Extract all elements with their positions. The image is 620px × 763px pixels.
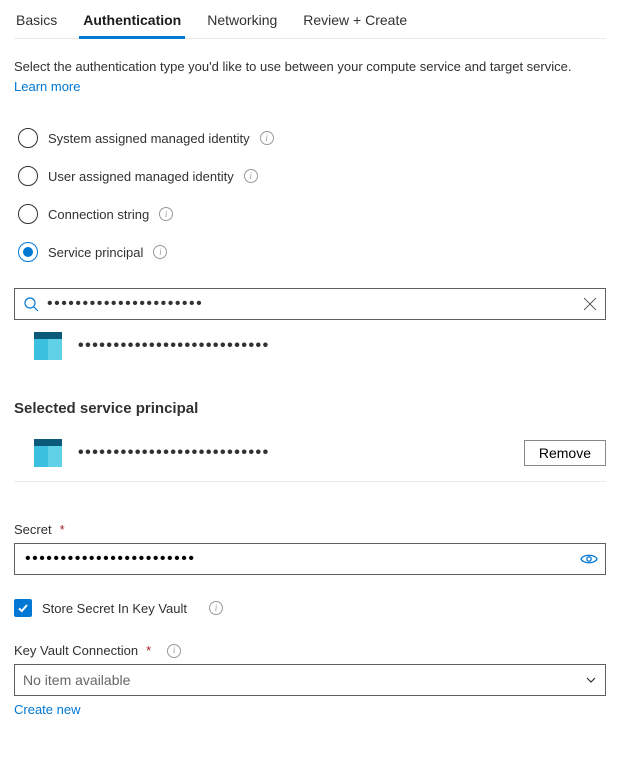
secret-input[interactable] (14, 543, 606, 575)
kv-connection-select[interactable]: No item available (14, 664, 606, 696)
search-icon (23, 296, 39, 312)
info-icon[interactable] (167, 644, 181, 658)
tab-basics[interactable]: Basics (14, 6, 59, 38)
info-icon[interactable] (244, 169, 258, 183)
reveal-secret-icon[interactable] (580, 552, 598, 566)
remove-button[interactable]: Remove (524, 440, 606, 466)
create-new-link[interactable]: Create new (14, 702, 80, 717)
radio-user-assigned[interactable]: User assigned managed identity (18, 166, 606, 186)
store-secret-checkbox-row[interactable]: Store Secret In Key Vault (14, 599, 606, 617)
radio-connection-string[interactable]: Connection string (18, 204, 606, 224)
intro-text: Select the authentication type you'd lik… (14, 57, 606, 96)
required-asterisk: * (60, 522, 65, 537)
secret-input-wrap (14, 543, 606, 575)
radio-label: Service principal (48, 245, 143, 260)
intro-body: Select the authentication type you'd lik… (14, 59, 571, 74)
info-icon[interactable] (260, 131, 274, 145)
app-registration-icon (34, 332, 62, 360)
auth-type-radio-group: System assigned managed identity User as… (14, 128, 606, 262)
radio-system-assigned[interactable]: System assigned managed identity (18, 128, 606, 148)
radio-label: Connection string (48, 207, 149, 222)
search-input[interactable] (47, 295, 575, 313)
app-registration-icon (34, 439, 62, 467)
kv-connection-label: Key Vault Connection * (14, 643, 606, 658)
radio-icon (18, 242, 38, 262)
info-icon[interactable] (159, 207, 173, 221)
selected-sp-name: ••••••••••••••••••••••••••• (78, 444, 270, 462)
select-placeholder: No item available (23, 672, 130, 688)
radio-label: System assigned managed identity (48, 131, 250, 146)
tab-networking[interactable]: Networking (205, 6, 279, 38)
chevron-down-icon (585, 674, 597, 686)
label-text: Key Vault Connection (14, 643, 138, 658)
radio-label: User assigned managed identity (48, 169, 234, 184)
service-principal-search[interactable] (14, 288, 606, 320)
info-icon[interactable] (209, 601, 223, 615)
tab-bar: Basics Authentication Networking Review … (14, 0, 606, 39)
info-icon[interactable] (153, 245, 167, 259)
checkbox-checked-icon[interactable] (14, 599, 32, 617)
learn-more-link[interactable]: Learn more (14, 79, 80, 94)
label-text: Secret (14, 522, 52, 537)
secret-label: Secret * (14, 522, 606, 537)
result-name: ••••••••••••••••••••••••••• (78, 337, 270, 355)
radio-icon (18, 166, 38, 186)
required-asterisk: * (146, 643, 151, 658)
radio-icon (18, 204, 38, 224)
radio-service-principal[interactable]: Service principal (18, 242, 606, 262)
selected-sp-row: ••••••••••••••••••••••••••• Remove (14, 431, 606, 482)
search-result-item[interactable]: ••••••••••••••••••••••••••• (14, 320, 606, 372)
clear-search-icon[interactable] (583, 297, 597, 311)
radio-icon (18, 128, 38, 148)
checkbox-label: Store Secret In Key Vault (42, 601, 187, 616)
tab-authentication[interactable]: Authentication (81, 6, 183, 38)
tab-review-create[interactable]: Review + Create (301, 6, 409, 38)
selected-sp-heading: Selected service principal (14, 400, 606, 417)
